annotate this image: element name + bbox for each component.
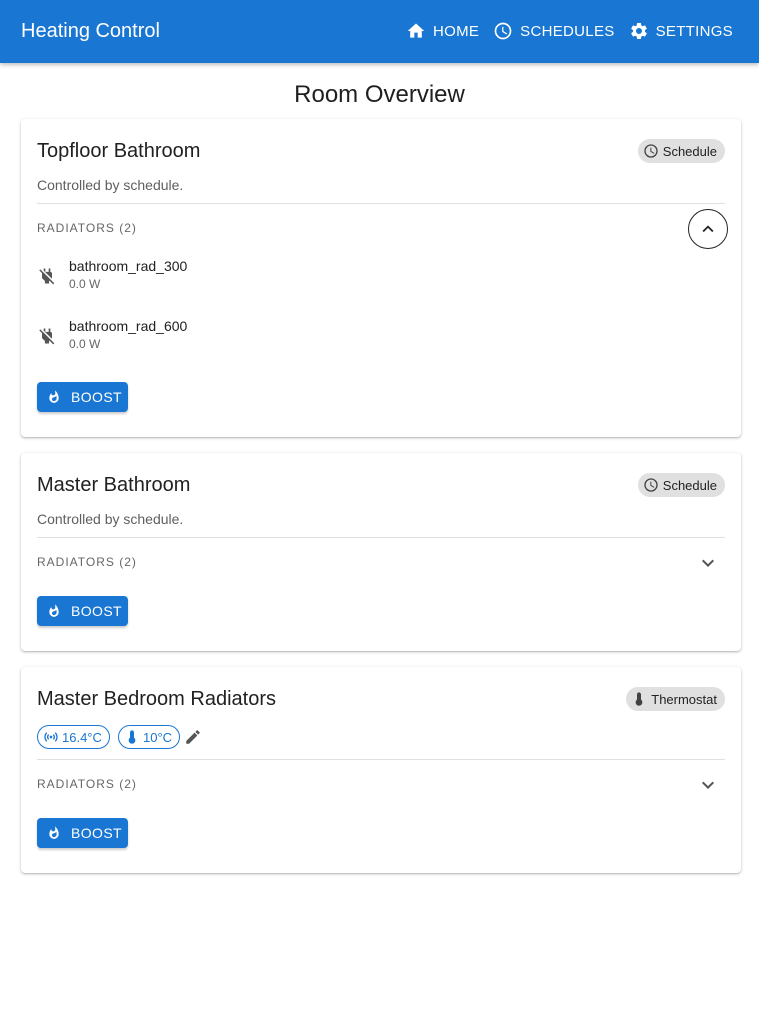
- flame-icon: [49, 826, 59, 839]
- sensor-icon: [44, 732, 58, 742]
- mode-chip: Thermostat: [626, 687, 725, 711]
- boost-label: BOOST: [71, 825, 123, 841]
- current-temp-chip: 16.4°C: [37, 725, 110, 749]
- home-icon: [407, 23, 425, 38]
- clock-icon: [644, 478, 658, 492]
- flame-icon: [49, 604, 59, 617]
- mode-chip: Schedule: [637, 473, 725, 497]
- room-name: Master Bedroom Radiators: [37, 688, 276, 710]
- room-card: Master Bedroom Radiators Thermostat 16.4…: [21, 667, 741, 873]
- thermometer-icon: [128, 730, 136, 744]
- radiators-header[interactable]: RADIATORS (2): [37, 777, 137, 791]
- nav-home-label: HOME: [432, 22, 480, 40]
- room-card: Topfloor Bathroom Schedule Controlled by…: [21, 119, 741, 437]
- nav-bar: HOME SCHEDULES SETTINGS: [392, 19, 733, 43]
- expand-button[interactable]: [696, 551, 720, 575]
- radiator-power: 0.0 W: [69, 277, 101, 291]
- expand-button[interactable]: [696, 773, 720, 797]
- clock-icon: [494, 22, 512, 40]
- current-temp: 16.4°C: [62, 729, 102, 745]
- mode-label: Schedule: [662, 477, 717, 493]
- clock-icon: [644, 144, 658, 158]
- chevron-down-icon: [702, 781, 714, 789]
- nav-schedules-label: SCHEDULES: [520, 22, 615, 40]
- page-title: Room Overview: [294, 81, 465, 108]
- boost-label: BOOST: [71, 389, 123, 405]
- radiator-name: bathroom_rad_300: [69, 258, 188, 274]
- boost-button[interactable]: BOOST: [37, 818, 128, 848]
- nav-settings[interactable]: SETTINGS: [629, 21, 733, 41]
- edit-icon[interactable]: [184, 728, 202, 746]
- room-status: Controlled by schedule.: [37, 511, 184, 527]
- radiator-name: bathroom_rad_600: [69, 318, 188, 334]
- app-bar: Heating Control HOME SCHEDULES SETTINGS: [0, 0, 759, 63]
- room-card: Master Bathroom Schedule Controlled by s…: [21, 453, 741, 651]
- nav-settings-label: SETTINGS: [655, 22, 733, 40]
- chevron-down-icon: [702, 559, 714, 567]
- collapse-button[interactable]: [688, 209, 728, 249]
- radiators-header[interactable]: RADIATORS (2): [37, 221, 137, 235]
- flame-icon: [49, 390, 59, 403]
- chevron-up-icon: [702, 225, 714, 233]
- power-off-icon: [37, 326, 57, 346]
- nav-home[interactable]: HOME: [406, 21, 479, 41]
- app-title: Heating Control: [21, 20, 160, 42]
- radiator-item: bathroom_rad_600 0.0 W: [37, 318, 437, 358]
- radiator-power: 0.0 W: [69, 337, 101, 351]
- target-temp-chip: 10°C: [118, 725, 181, 749]
- power-off-icon: [37, 266, 57, 286]
- target-temp: 10°C: [143, 729, 173, 745]
- room-status: Controlled by schedule.: [37, 177, 184, 193]
- divider: [37, 537, 725, 538]
- mode-label: Schedule: [662, 143, 717, 159]
- boost-button[interactable]: BOOST: [37, 382, 128, 412]
- gear-icon: [630, 22, 647, 39]
- room-name: Master Bathroom: [37, 474, 191, 496]
- divider: [37, 203, 725, 204]
- thermometer-icon: [635, 692, 643, 706]
- mode-chip: Schedule: [637, 139, 725, 163]
- nav-schedules[interactable]: SCHEDULES: [493, 21, 614, 41]
- divider: [37, 759, 725, 760]
- radiators-header[interactable]: RADIATORS (2): [37, 555, 137, 569]
- boost-button[interactable]: BOOST: [37, 596, 128, 626]
- room-name: Topfloor Bathroom: [37, 140, 201, 162]
- mode-label: Thermostat: [651, 691, 717, 707]
- radiator-item: bathroom_rad_300 0.0 W: [37, 258, 437, 298]
- boost-label: BOOST: [71, 603, 123, 619]
